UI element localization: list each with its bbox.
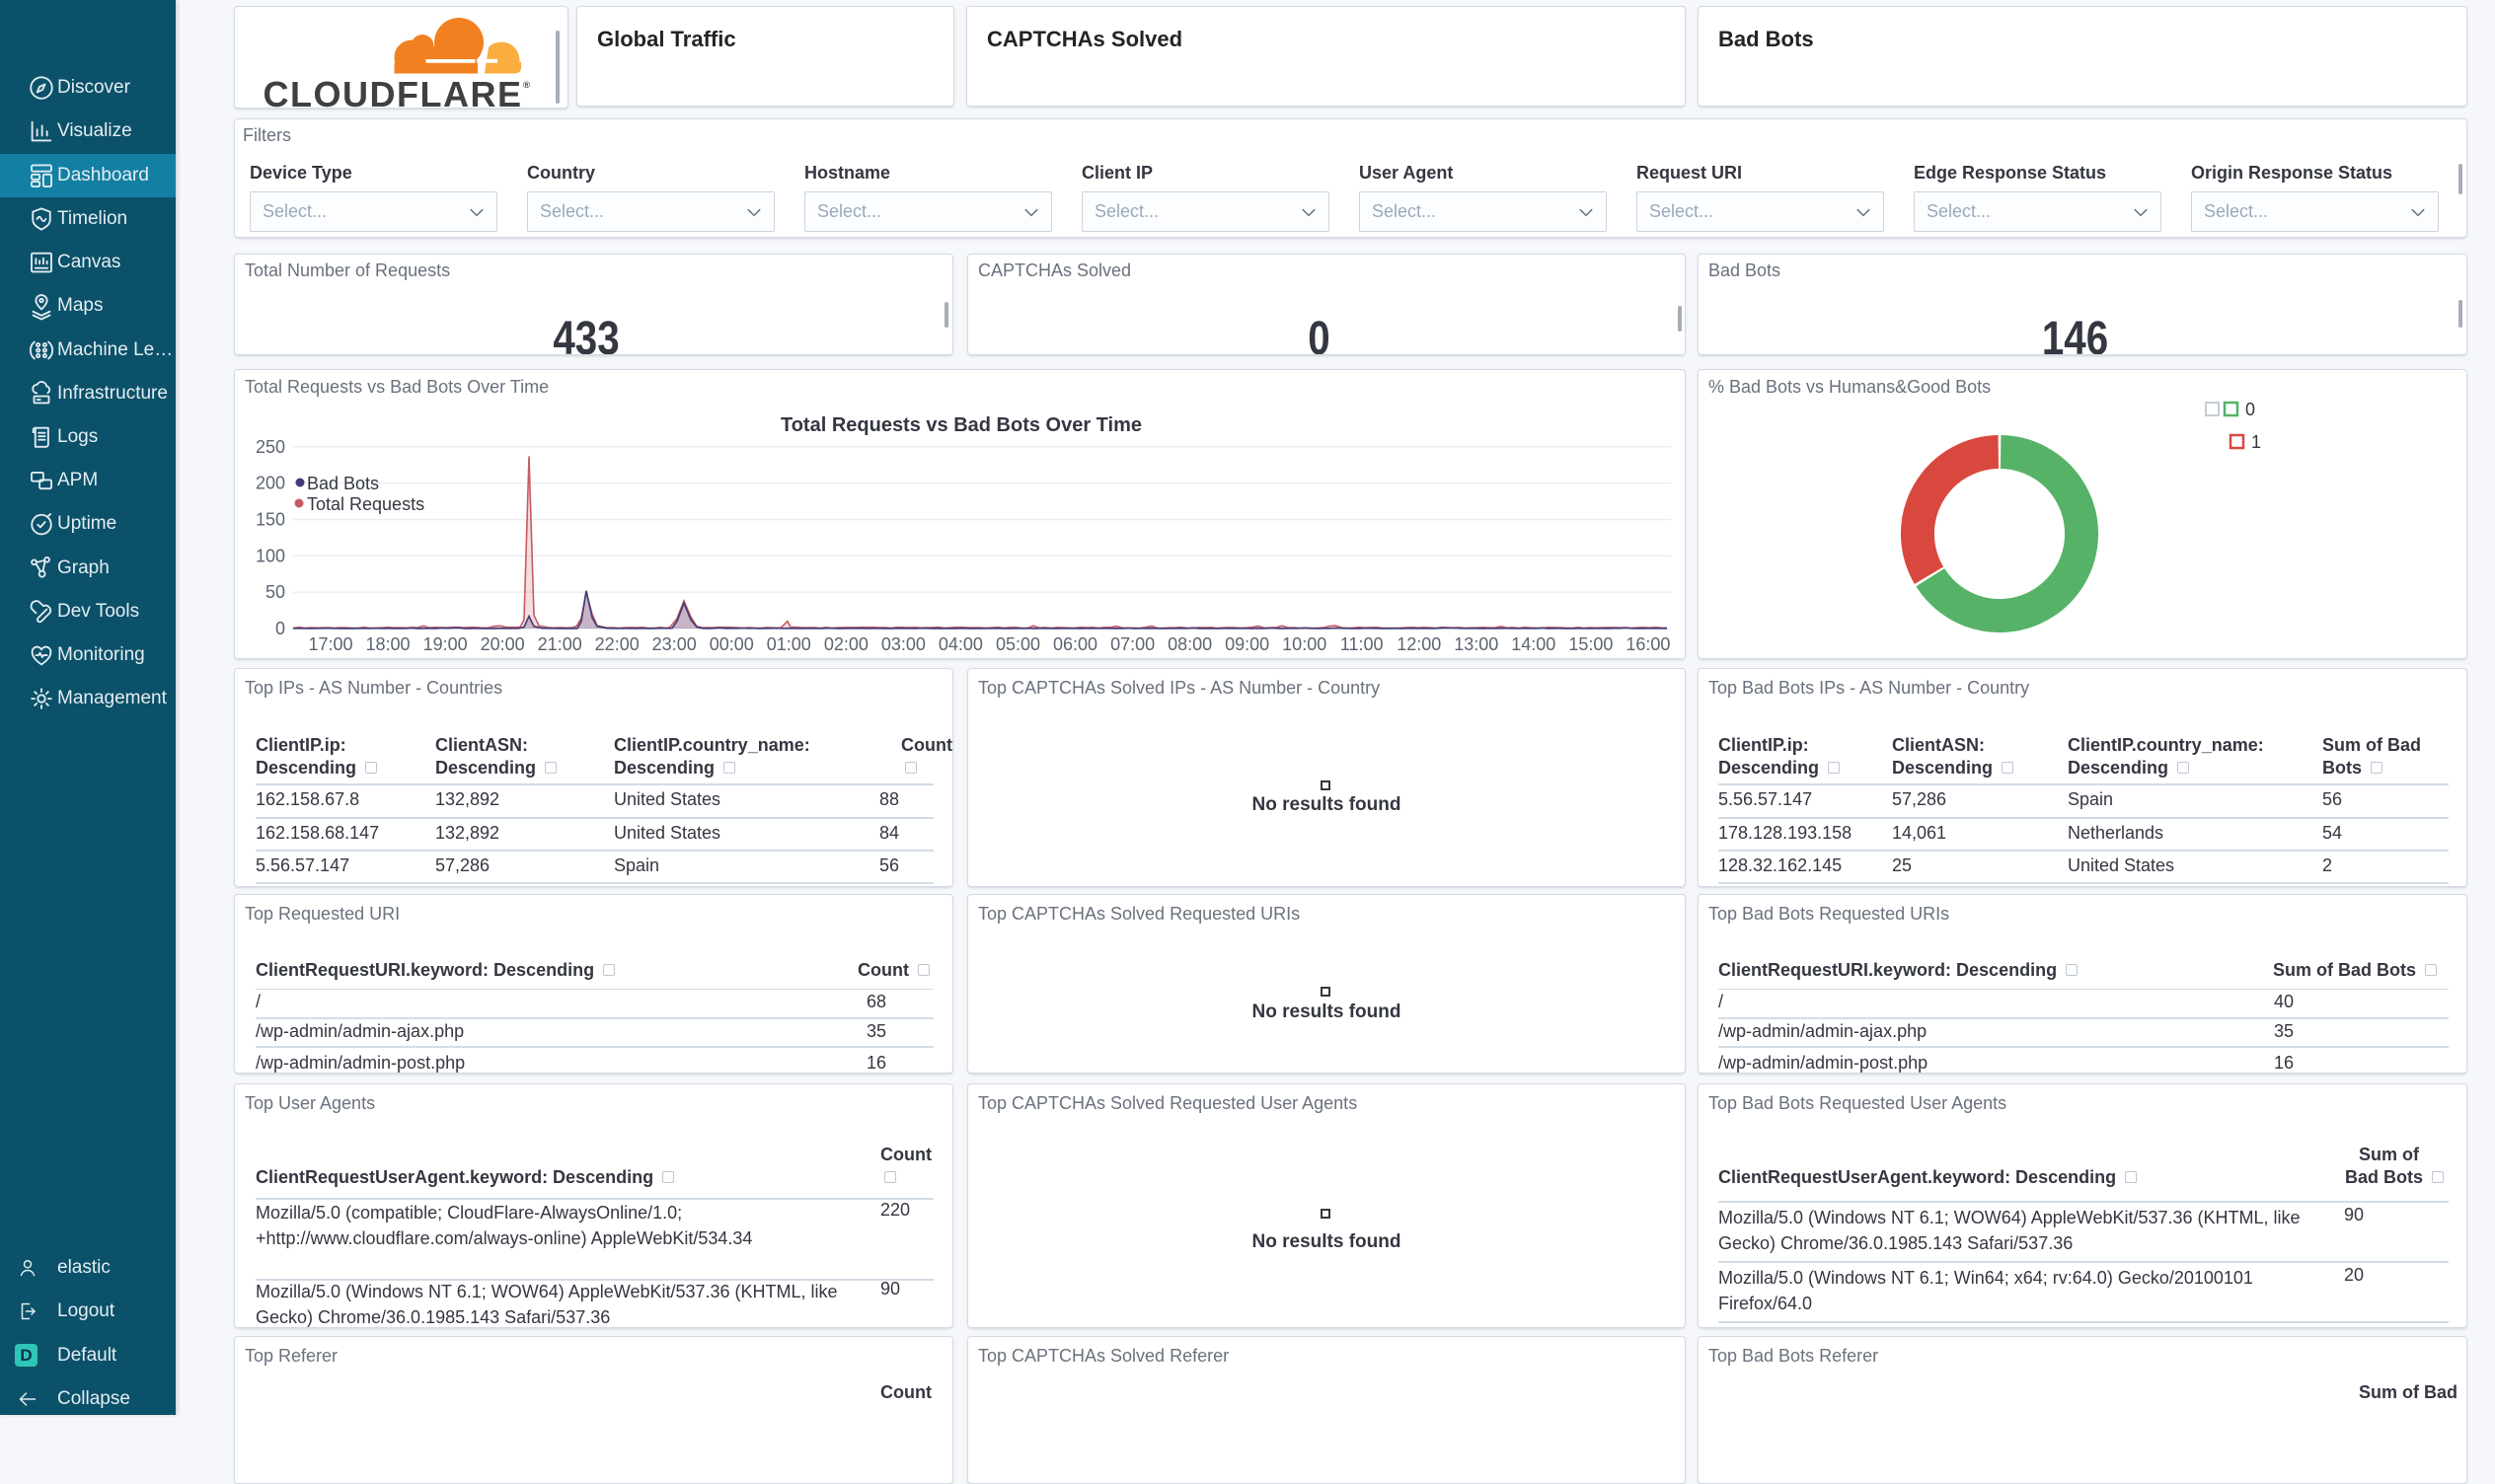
svg-text:17:00: 17:00 [308, 634, 352, 654]
svg-text:Total Requests vs Bad Bots Ove: Total Requests vs Bad Bots Over Time [781, 414, 1142, 436]
svg-text:10:00: 10:00 [1282, 634, 1326, 654]
svg-text:18:00: 18:00 [365, 634, 410, 654]
svg-text:1: 1 [2251, 432, 2261, 452]
svg-text:15:00: 15:00 [1568, 634, 1613, 654]
svg-text:23:00: 23:00 [652, 634, 697, 654]
svg-text:®: ® [523, 80, 530, 91]
svg-text:07:00: 07:00 [1110, 634, 1155, 654]
svg-text:09:00: 09:00 [1225, 634, 1269, 654]
svg-text:13:00: 13:00 [1454, 634, 1498, 654]
svg-text:06:00: 06:00 [1053, 634, 1097, 654]
svg-text:22:00: 22:00 [595, 634, 640, 654]
svg-text:Bad Bots: Bad Bots [307, 474, 379, 493]
svg-text:20:00: 20:00 [481, 634, 525, 654]
svg-text:50: 50 [265, 582, 285, 602]
svg-text:11:00: 11:00 [1340, 634, 1384, 654]
svg-text:04:00: 04:00 [939, 634, 983, 654]
svg-text:150: 150 [256, 510, 285, 530]
svg-text:01:00: 01:00 [767, 634, 811, 654]
svg-text:03:00: 03:00 [881, 634, 926, 654]
svg-text:19:00: 19:00 [423, 634, 468, 654]
svg-text:05:00: 05:00 [996, 634, 1040, 654]
svg-text:Total Requests: Total Requests [307, 494, 424, 514]
svg-text:250: 250 [256, 437, 285, 457]
svg-text:0: 0 [275, 619, 285, 638]
svg-text:200: 200 [256, 474, 285, 493]
svg-text:CLOUDFLARE: CLOUDFLARE [264, 74, 523, 108]
svg-text:14:00: 14:00 [1511, 634, 1555, 654]
svg-text:21:00: 21:00 [538, 634, 582, 654]
svg-text:16:00: 16:00 [1626, 634, 1670, 654]
svg-text:100: 100 [256, 546, 285, 565]
svg-text:00:00: 00:00 [710, 634, 754, 654]
svg-text:0: 0 [2245, 400, 2255, 419]
svg-text:12:00: 12:00 [1397, 634, 1441, 654]
svg-text:08:00: 08:00 [1168, 634, 1212, 654]
svg-text:02:00: 02:00 [824, 634, 869, 654]
